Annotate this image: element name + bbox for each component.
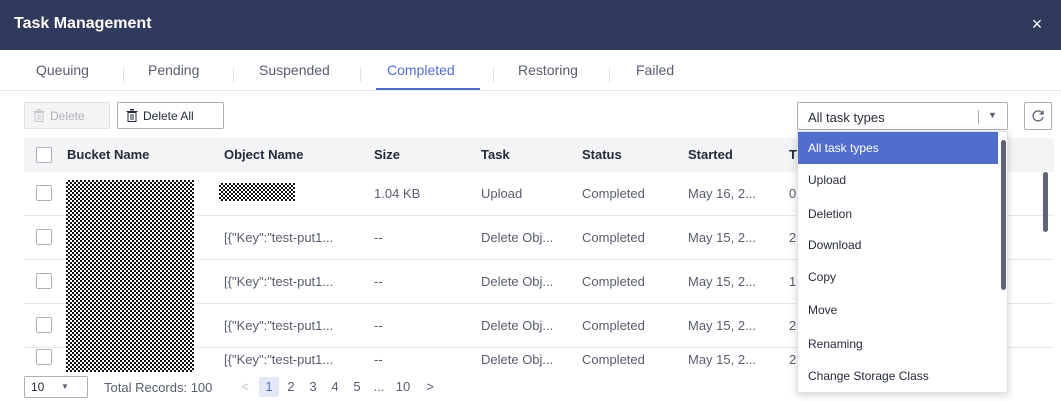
column-header: Status: [582, 147, 622, 162]
tab-failed[interactable]: Failed: [636, 62, 674, 78]
cell-status: Completed: [582, 186, 645, 201]
delete-button-label: Delete: [50, 108, 85, 123]
page-ellipsis[interactable]: ...: [369, 377, 389, 397]
row-checkbox[interactable]: [36, 317, 52, 333]
pagination: 10 ▼ Total Records: 100 < 1 2 3 4 5 ... …: [0, 372, 800, 401]
column-header: Size: [374, 147, 401, 162]
tab-queuing[interactable]: Queuing: [36, 62, 89, 78]
delete-all-button[interactable]: Delete All: [117, 102, 224, 129]
title-bar: Task Management ×: [0, 0, 1061, 50]
cell-size: --: [374, 274, 383, 289]
trash-icon: [126, 109, 138, 122]
table-scrollbar[interactable]: [1043, 172, 1048, 232]
tab-pending[interactable]: Pending: [148, 62, 199, 78]
task-type-select[interactable]: All task types ▼: [797, 102, 1008, 130]
cell-t: 2: [789, 352, 797, 367]
column-header: Bucket Name: [67, 147, 150, 162]
cell-size: 1.04 KB: [374, 186, 421, 201]
page-10[interactable]: 10: [393, 377, 413, 397]
cell-task: Delete Obj...: [481, 318, 554, 333]
chevron-down-icon: ▼: [61, 382, 69, 391]
page-3[interactable]: 3: [303, 377, 323, 397]
tab-divider: [609, 68, 610, 82]
select-divider: [978, 110, 979, 124]
cell-object-name: [{"Key":"test-put1...: [224, 230, 334, 245]
option-all-task-types[interactable]: All task types: [798, 132, 998, 164]
row-checkbox[interactable]: [36, 229, 52, 245]
tab-divider: [360, 68, 361, 82]
cell-size: --: [374, 318, 383, 333]
page-5[interactable]: 5: [347, 377, 367, 397]
chevron-down-icon: ▼: [988, 110, 997, 120]
cell-task: Delete Obj...: [481, 274, 554, 289]
cell-object-name: [{"Key":"test-put1...: [224, 318, 334, 333]
cell-status: Completed: [582, 352, 645, 367]
task-type-selected: All task types: [808, 110, 885, 125]
page-size-select[interactable]: 10 ▼: [24, 376, 88, 398]
delete-button[interactable]: Delete: [24, 102, 110, 129]
refresh-button[interactable]: [1024, 102, 1052, 130]
cell-size: --: [374, 230, 383, 245]
cell-status: Completed: [582, 274, 645, 289]
row-checkbox[interactable]: [36, 349, 52, 365]
window-title: Task Management: [14, 15, 152, 32]
trash-icon: [33, 109, 45, 122]
cell-t: 1: [789, 274, 797, 289]
cell-t: 2: [789, 230, 797, 245]
row-checkbox[interactable]: [36, 273, 52, 289]
cell-task: Delete Obj...: [481, 352, 554, 367]
column-header: Started: [688, 147, 733, 162]
cell-t: 0: [789, 186, 797, 201]
redacted-bucket-names: [66, 180, 194, 372]
cell-task: Upload: [481, 186, 523, 201]
refresh-icon: [1032, 110, 1044, 122]
cell-started: May 15, 2...: [688, 230, 756, 245]
column-header: T: [789, 147, 797, 162]
option-deletion[interactable]: Deletion: [798, 198, 998, 230]
page-2[interactable]: 2: [281, 377, 301, 397]
redacted-object-name: [219, 183, 295, 201]
tab-divider: [493, 68, 494, 82]
tab-completed[interactable]: Completed: [387, 62, 455, 78]
prev-page-button[interactable]: <: [235, 377, 255, 397]
cell-status: Completed: [582, 230, 645, 245]
option-change-storage-class[interactable]: Change Storage Class: [798, 360, 998, 392]
delete-all-button-label: Delete All: [143, 108, 194, 123]
status-tabs: Queuing Pending Suspended Completed Rest…: [0, 52, 1061, 90]
total-records: Total Records: 100: [104, 380, 213, 395]
option-download[interactable]: Download: [798, 229, 998, 261]
tabs-divider: [0, 90, 1061, 91]
cell-started: May 16, 2...: [688, 186, 756, 201]
next-page-button[interactable]: >: [420, 377, 440, 397]
select-all-checkbox[interactable]: [36, 147, 52, 163]
cell-size: --: [374, 352, 383, 367]
option-upload[interactable]: Upload: [798, 164, 998, 196]
cell-status: Completed: [582, 318, 645, 333]
cell-task: Delete Obj...: [481, 230, 554, 245]
task-type-dropdown: All task types Upload Deletion Download …: [797, 131, 1008, 393]
cell-started: May 15, 2...: [688, 318, 756, 333]
cell-started: May 15, 2...: [688, 352, 756, 367]
page-1[interactable]: 1: [259, 377, 279, 397]
column-header: Object Name: [224, 147, 304, 162]
page-size-value: 10: [31, 380, 45, 394]
cell-started: May 15, 2...: [688, 274, 756, 289]
page-4[interactable]: 4: [325, 377, 345, 397]
tab-divider: [123, 68, 124, 82]
column-header: Task: [481, 147, 510, 162]
dropdown-scrollbar[interactable]: [1001, 140, 1006, 290]
tab-divider: [233, 68, 234, 82]
cell-object-name: [{"Key":"test-put1...: [224, 352, 334, 367]
tab-restoring[interactable]: Restoring: [518, 62, 578, 78]
tab-suspended[interactable]: Suspended: [259, 62, 330, 78]
option-move[interactable]: Move: [798, 294, 998, 326]
option-copy[interactable]: Copy: [798, 261, 998, 293]
cell-object-name: [{"Key":"test-put1...: [224, 274, 334, 289]
option-renaming[interactable]: Renaming: [798, 328, 998, 360]
close-icon[interactable]: ×: [1027, 14, 1047, 34]
cell-t: 2: [789, 318, 797, 333]
row-checkbox[interactable]: [36, 185, 52, 201]
